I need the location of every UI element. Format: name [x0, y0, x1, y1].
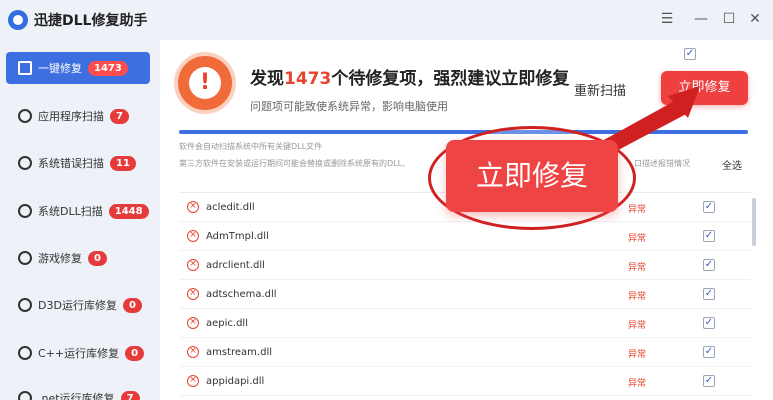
enlarged-fix-now-button[interactable]: 立即修复	[446, 140, 618, 212]
annotation-arrow-icon	[582, 86, 700, 165]
